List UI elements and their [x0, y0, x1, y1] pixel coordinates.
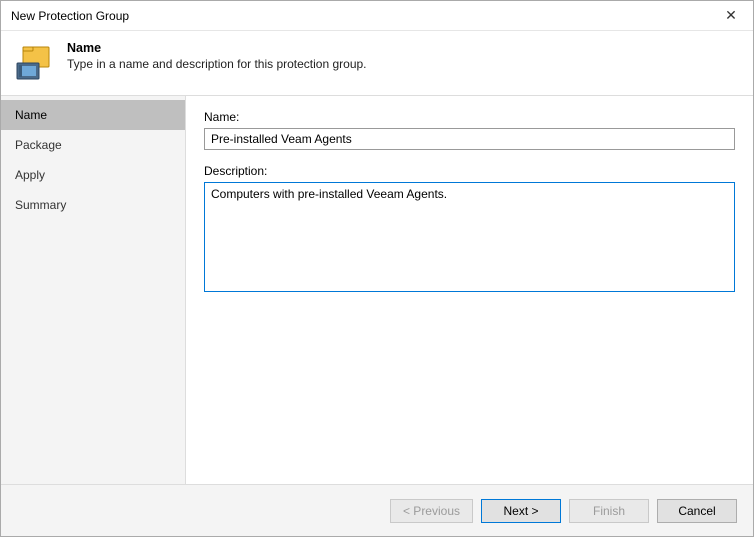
- sidebar-item-apply[interactable]: Apply: [1, 160, 185, 190]
- header-subheading: Type in a name and description for this …: [67, 57, 739, 71]
- header-text: Name Type in a name and description for …: [67, 41, 739, 71]
- previous-button: < Previous: [390, 499, 473, 523]
- description-label: Description:: [204, 164, 735, 178]
- sidebar-item-label: Package: [15, 138, 62, 152]
- cancel-button[interactable]: Cancel: [657, 499, 737, 523]
- name-input[interactable]: [204, 128, 735, 150]
- header-heading: Name: [67, 41, 739, 55]
- wizard-body: Name Package Apply Summary Name: Descrip…: [1, 96, 753, 484]
- close-icon: ✕: [725, 7, 737, 24]
- titlebar: New Protection Group ✕: [1, 1, 753, 31]
- next-button[interactable]: Next >: [481, 499, 561, 523]
- finish-button: Finish: [569, 499, 649, 523]
- window-title: New Protection Group: [11, 9, 129, 23]
- close-button[interactable]: ✕: [709, 1, 753, 31]
- sidebar-item-package[interactable]: Package: [1, 130, 185, 160]
- protection-group-icon: [15, 43, 55, 83]
- sidebar-item-summary[interactable]: Summary: [1, 190, 185, 220]
- wizard-footer: < Previous Next > Finish Cancel: [1, 484, 753, 536]
- sidebar-item-label: Summary: [15, 198, 66, 212]
- wizard-header: Name Type in a name and description for …: [1, 31, 753, 96]
- description-input[interactable]: [204, 182, 735, 292]
- sidebar-item-name[interactable]: Name: [1, 100, 185, 130]
- sidebar-item-label: Name: [15, 108, 47, 122]
- wizard-sidebar: Name Package Apply Summary: [1, 96, 186, 484]
- wizard-content: Name: Description:: [186, 96, 753, 484]
- name-label: Name:: [204, 110, 735, 124]
- sidebar-item-label: Apply: [15, 168, 45, 182]
